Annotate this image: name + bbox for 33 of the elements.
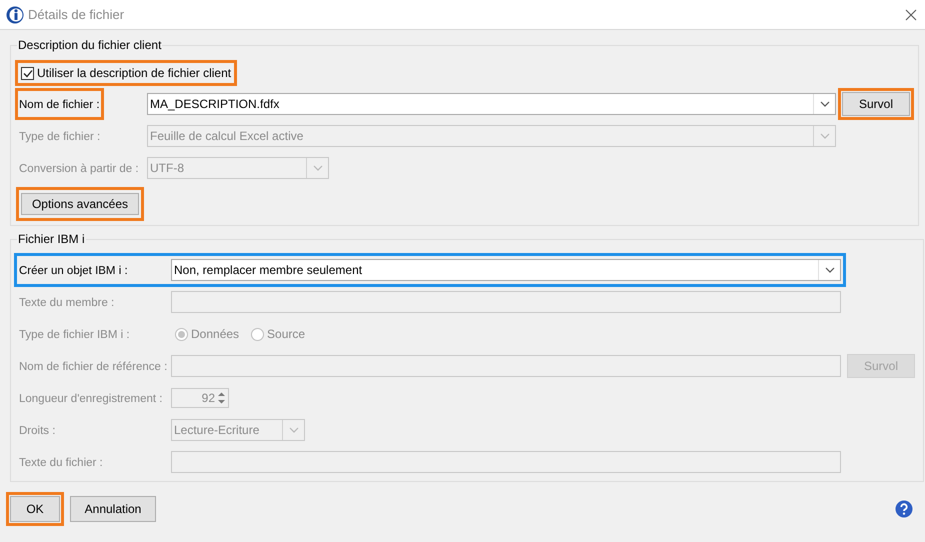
chevron-down-icon [820,101,830,107]
spinner-arrows-icon [217,391,226,405]
dialog-button[interactable]: Annulation [70,496,156,522]
group-title: Fichier IBM i [17,231,86,248]
close-icon[interactable] [905,8,917,20]
field-label: Texte du fichier : [19,457,103,469]
browse-button[interactable]: Survol [842,92,910,116]
dropdown-field[interactable]: MA_DESCRIPTION.fdfx [147,93,836,115]
field-label: Type de fichier : [19,131,100,143]
chevron-down-icon [820,133,830,139]
app-logo-icon [6,6,24,24]
field-label: Texte du membre : [19,297,114,309]
field-label: Créer un objet IBM i : [19,265,128,277]
field-label: Droits : [19,425,56,437]
dropdown-field[interactable]: Non, remplacer membre seulement [171,259,841,281]
field-label: Longueur d'enregistrement : [19,393,162,405]
advanced-options-button[interactable]: Options avancées [21,193,139,215]
help-icon[interactable] [895,500,913,518]
window-title: Détails de fichier [28,6,124,24]
checkbox[interactable] [21,66,34,80]
checkmark-icon [22,68,32,78]
radio-label: Données [191,326,240,343]
field-label: Conversion à partir de : [19,163,139,175]
field-label: Nom de fichier : [19,99,100,111]
chevron-down-icon [824,267,834,273]
chevron-down-icon [312,165,322,171]
radio-label: Source [267,326,306,343]
dialog-button[interactable]: OK [10,496,60,522]
chevron-down-icon [288,427,298,433]
field-label: Nom de fichier de référence : [19,361,168,373]
field-label: Type de fichier IBM i : [19,329,130,341]
checkbox-label: Utiliser la description de fichier client [37,65,232,82]
group-title: Description du fichier client [17,37,162,54]
